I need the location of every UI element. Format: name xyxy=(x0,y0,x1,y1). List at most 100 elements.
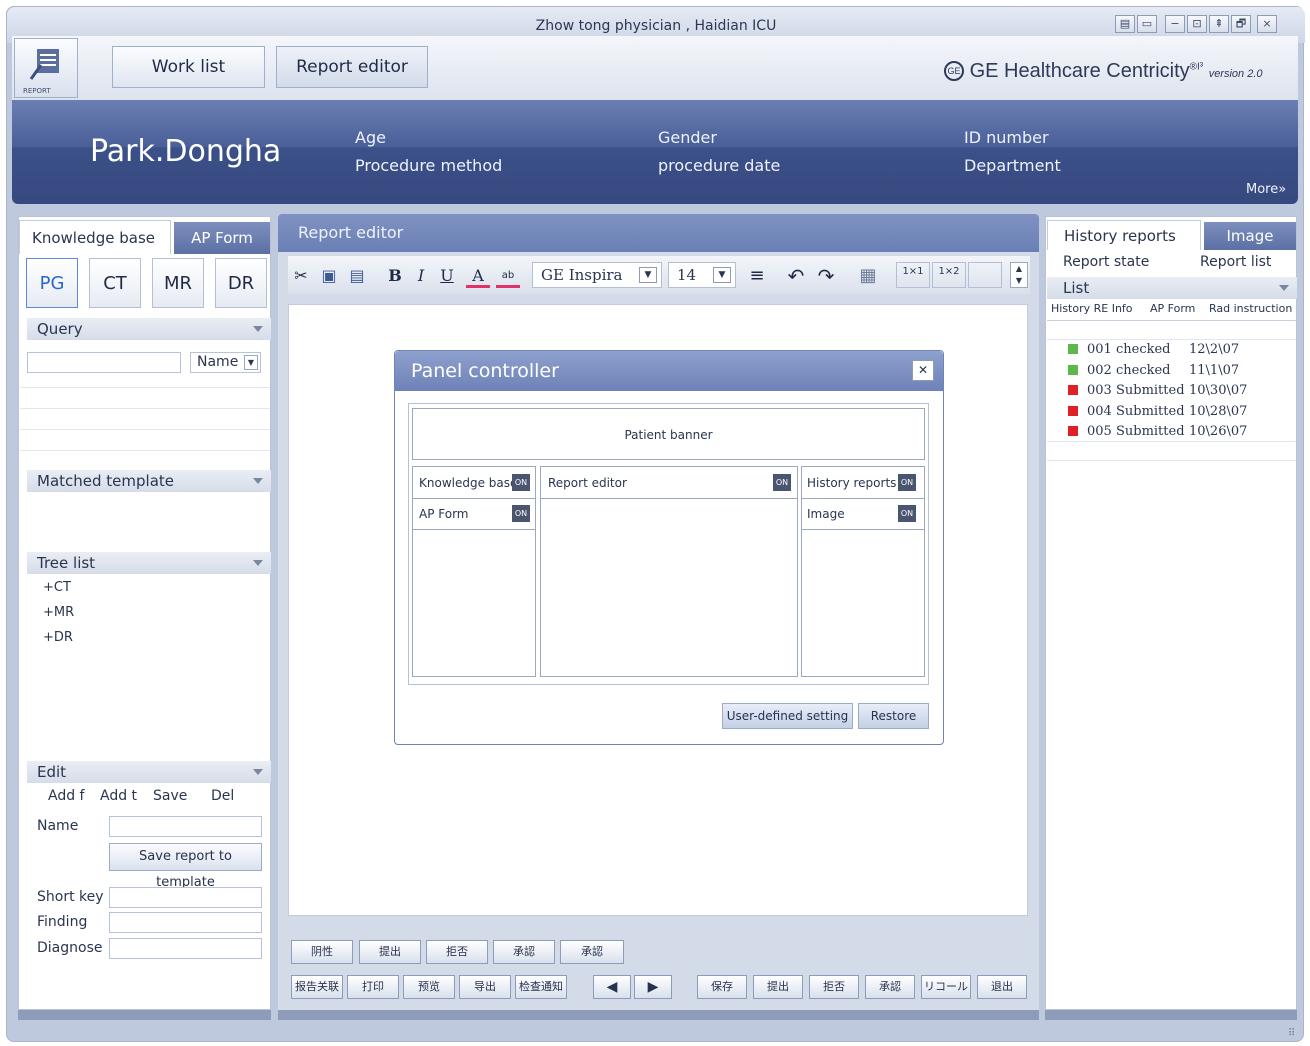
ap-on-toggle[interactable]: ON xyxy=(512,505,530,522)
layout-1x1-icon[interactable]: 1×1 xyxy=(896,262,930,288)
approve-button[interactable]: 承認 xyxy=(493,940,555,964)
undo-icon[interactable]: ↶ xyxy=(784,262,808,290)
layout-icon[interactable]: ▭ xyxy=(1137,15,1157,33)
next-arrow-icon[interactable]: ▶ xyxy=(634,975,672,999)
font-color-icon[interactable]: A xyxy=(466,262,490,288)
report-state: Submitted xyxy=(1115,403,1185,419)
highlight-icon[interactable]: ab xyxy=(496,262,520,288)
report-app-button[interactable]: REPORT xyxy=(14,38,78,98)
modality-dr[interactable]: DR xyxy=(215,258,267,308)
editor-footer xyxy=(278,1010,1039,1020)
pin-icon[interactable]: ⇞ xyxy=(1209,15,1229,33)
scroll-spinner-icon[interactable]: ▲ ▼ xyxy=(1010,262,1028,288)
query-field-select[interactable]: Name ▼ xyxy=(190,352,261,373)
query-input[interactable] xyxy=(27,352,181,373)
version: version 2.0 xyxy=(1208,68,1263,80)
modality-mr[interactable]: MR xyxy=(152,258,204,308)
modality-pg[interactable]: PG xyxy=(26,258,78,308)
user-defined-setting-button[interactable]: User-defined setting xyxy=(722,703,853,729)
add-template-button[interactable]: Add t xyxy=(100,788,137,804)
font-select[interactable]: GE Inspira ▼ xyxy=(532,262,662,288)
status-square-icon xyxy=(1068,385,1078,395)
history-row[interactable]: 003 Submitted 10\30\07 xyxy=(1068,383,1247,398)
tab-report-editor[interactable]: Report editor xyxy=(276,46,428,88)
align-icon[interactable]: ≡ xyxy=(742,262,772,290)
layout-1x2-icon[interactable]: 1×2 xyxy=(932,262,966,288)
name-input[interactable] xyxy=(109,816,262,837)
query-header[interactable]: Query xyxy=(27,318,271,340)
preview-button[interactable]: 预览 xyxy=(403,975,455,999)
restore-button[interactable]: 🗗 xyxy=(1231,15,1251,33)
underline-icon[interactable]: U xyxy=(436,262,458,290)
tab-work-list[interactable]: Work list xyxy=(112,46,265,88)
tab-history-reports[interactable]: History reports xyxy=(1047,220,1201,250)
edit-header[interactable]: Edit xyxy=(27,761,271,783)
more-link[interactable]: More» xyxy=(1246,182,1286,197)
save-report-to-template-button[interactable]: Save report to template xyxy=(109,843,262,890)
subtab-ap-form[interactable]: AP Form xyxy=(1150,302,1195,315)
divider xyxy=(1047,339,1296,340)
reject-button[interactable]: 拒否 xyxy=(426,940,488,964)
submit-button[interactable]: 提出 xyxy=(359,940,421,964)
restore-button[interactable]: Restore xyxy=(858,703,929,729)
save-report-button[interactable]: 保存 xyxy=(697,975,747,999)
table-icon[interactable]: ▦ xyxy=(850,262,886,290)
delete-button[interactable]: Del xyxy=(211,788,234,804)
minimize-button[interactable]: − xyxy=(1165,15,1185,33)
subtab-rad-instruction[interactable]: Rad instruction xyxy=(1209,302,1292,315)
copy-icon[interactable]: ▣ xyxy=(318,262,340,290)
redo-icon[interactable]: ↷ xyxy=(814,262,838,290)
paste-icon[interactable]: ▤ xyxy=(346,262,368,290)
approve-button-2[interactable]: 承認 xyxy=(560,940,624,964)
img-on-toggle[interactable]: ON xyxy=(898,505,916,522)
report-list-column[interactable]: Report list xyxy=(1200,254,1271,270)
recall-button[interactable]: リコール xyxy=(921,975,971,999)
lock-icon[interactable]: ⊡ xyxy=(1187,15,1207,33)
tab-ap-form[interactable]: AP Form xyxy=(174,222,270,254)
dialog-close-icon[interactable]: ✕ xyxy=(912,360,934,381)
export-button[interactable]: 导出 xyxy=(459,975,511,999)
right-panel-footer xyxy=(1045,1010,1297,1020)
cut-icon[interactable]: ✂ xyxy=(290,262,312,290)
re-on-toggle[interactable]: ON xyxy=(773,474,791,491)
exit-button[interactable]: 退出 xyxy=(977,975,1027,999)
reject-report-button[interactable]: 拒否 xyxy=(809,975,859,999)
tree-item-ct[interactable]: +CT xyxy=(43,580,71,595)
font-size-select[interactable]: 14 ▼ xyxy=(668,262,736,288)
submit-report-button[interactable]: 提出 xyxy=(753,975,803,999)
history-row[interactable]: 001 checked 12\2\07 xyxy=(1068,342,1239,357)
modality-ct[interactable]: CT xyxy=(89,258,141,308)
print-button[interactable]: 打印 xyxy=(347,975,399,999)
diagnose-input[interactable] xyxy=(109,938,262,959)
tab-knowledge-base[interactable]: Knowledge base xyxy=(19,220,171,254)
bold-icon[interactable]: B xyxy=(384,262,406,290)
italic-icon[interactable]: I xyxy=(410,262,432,290)
matched-template-header[interactable]: Matched template xyxy=(27,470,271,492)
tree-list-header[interactable]: Tree list xyxy=(27,552,271,574)
kb-on-toggle[interactable]: ON xyxy=(512,474,530,491)
list-header[interactable]: List xyxy=(1047,277,1297,299)
history-row[interactable]: 002 checked 11\1\07 xyxy=(1068,363,1239,378)
tab-image[interactable]: Image xyxy=(1204,222,1296,250)
resize-grip-icon[interactable]: ⠿ xyxy=(1288,1028,1295,1039)
close-button[interactable]: × xyxy=(1257,15,1277,33)
tree-item-mr[interactable]: +MR xyxy=(43,605,74,620)
layout-more-icon[interactable] xyxy=(968,262,1002,288)
short-key-input[interactable] xyxy=(109,887,262,908)
prev-arrow-icon[interactable]: ◀ xyxy=(593,975,631,999)
add-folder-button[interactable]: Add f xyxy=(48,788,84,804)
hr-on-toggle[interactable]: ON xyxy=(898,474,916,491)
exam-notice-button[interactable]: 检查通知 xyxy=(515,975,567,999)
history-row[interactable]: 005 Submitted 10\26\07 xyxy=(1068,424,1247,439)
approve-report-button[interactable]: 承認 xyxy=(865,975,915,999)
negative-button[interactable]: 阴性 xyxy=(291,940,353,964)
view-toggle-icon[interactable]: ▤ xyxy=(1115,15,1135,33)
save-button[interactable]: Save xyxy=(153,788,187,804)
subtab-history-re-info[interactable]: History RE Info xyxy=(1051,302,1133,315)
history-row[interactable]: 004 Submitted 10\28\07 xyxy=(1068,403,1247,419)
id-number-label: ID number xyxy=(964,128,1049,147)
report-state-column[interactable]: Report state xyxy=(1063,254,1149,270)
report-link-button[interactable]: 报告关联 xyxy=(291,975,343,999)
tree-item-dr[interactable]: +DR xyxy=(43,630,73,645)
finding-input[interactable] xyxy=(109,912,262,933)
